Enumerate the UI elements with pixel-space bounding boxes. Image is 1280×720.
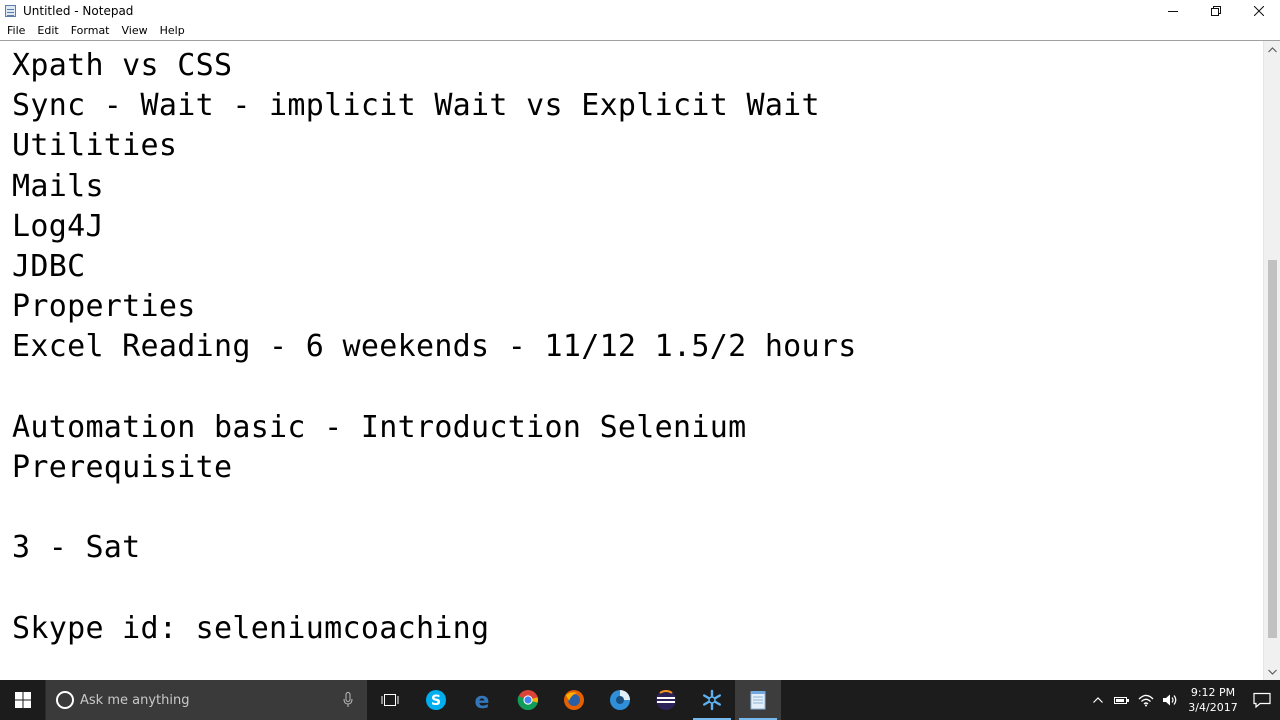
editor-line: Utilities xyxy=(12,128,178,164)
taskbar-eclipse[interactable] xyxy=(643,680,689,720)
taskbar: Ask me anything S e 9:12 PM 3/4/2017 xyxy=(0,680,1280,720)
menu-bar: File Edit Format View Help xyxy=(0,21,1280,40)
notepad-app-icon xyxy=(4,4,18,18)
menu-help[interactable]: Help xyxy=(153,24,190,37)
scroll-up-button[interactable] xyxy=(1264,41,1280,58)
tray-network[interactable] xyxy=(1134,680,1158,720)
speaker-icon xyxy=(1163,694,1177,706)
menu-format[interactable]: Format xyxy=(64,24,115,37)
chevron-up-icon xyxy=(1268,46,1277,52)
menu-edit[interactable]: Edit xyxy=(30,24,63,37)
snowflake-app-icon xyxy=(703,689,721,711)
windows-logo-icon xyxy=(14,692,31,708)
editor-line: Log4J xyxy=(12,208,104,244)
window-title: Untitled - Notepad xyxy=(23,3,134,18)
editor-line: Excel Reading - 6 weekends - 11/12 1.5/2… xyxy=(12,329,857,365)
firefox-icon xyxy=(564,690,584,710)
microphone-icon[interactable] xyxy=(343,692,353,708)
minimize-button[interactable] xyxy=(1151,0,1194,21)
editor-line: Prerequisite xyxy=(12,449,233,485)
vertical-scrollbar[interactable] xyxy=(1263,41,1280,680)
editor-line: Sync - Wait - implicit Wait vs Explicit … xyxy=(12,88,820,124)
scroll-thumb[interactable] xyxy=(1268,260,1277,638)
taskbar-snowflake-app[interactable] xyxy=(689,680,735,720)
edge-icon: e xyxy=(475,689,490,711)
svg-text:e: e xyxy=(475,689,490,711)
cortana-icon xyxy=(56,691,74,709)
wifi-icon xyxy=(1138,694,1154,707)
window-controls xyxy=(1151,0,1280,21)
search-placeholder: Ask me anything xyxy=(80,692,190,708)
clock-time: 9:12 PM xyxy=(1190,686,1236,699)
task-view-button[interactable] xyxy=(367,680,413,720)
text-editor[interactable]: Xpath vs CSS Sync - Wait - implicit Wait… xyxy=(0,42,1262,681)
notepad-icon xyxy=(750,691,766,710)
restore-button[interactable] xyxy=(1194,0,1237,21)
tray-volume[interactable] xyxy=(1158,680,1182,720)
media-icon xyxy=(610,690,630,710)
skype-icon: S xyxy=(426,690,446,710)
editor-line: 3 - Sat xyxy=(12,530,141,566)
restore-icon xyxy=(1210,5,1221,16)
notification-icon xyxy=(1253,692,1271,708)
close-icon xyxy=(1253,5,1264,16)
menu-view[interactable]: View xyxy=(115,24,153,37)
taskbar-media-app[interactable] xyxy=(597,680,643,720)
editor-frame: Xpath vs CSS Sync - Wait - implicit Wait… xyxy=(0,40,1280,680)
editor-line: Automation basic - Introduction Selenium xyxy=(12,409,747,445)
chevron-down-icon xyxy=(1268,669,1277,675)
taskbar-skype[interactable]: S xyxy=(413,680,459,720)
battery-plug-icon xyxy=(1114,697,1129,704)
editor-line: Skype id: seleniumcoaching xyxy=(12,610,490,646)
tray-overflow-button[interactable] xyxy=(1086,680,1110,720)
chrome-icon xyxy=(517,690,539,711)
tray-power[interactable] xyxy=(1110,680,1134,720)
editor-line: Xpath vs CSS xyxy=(12,48,233,83)
scroll-down-button[interactable] xyxy=(1264,663,1280,680)
system-tray: 9:12 PM 3/4/2017 xyxy=(1086,680,1280,720)
svg-text:S: S xyxy=(431,693,441,709)
action-center-button[interactable] xyxy=(1244,680,1280,720)
chevron-up-icon xyxy=(1093,697,1103,703)
editor-line: Mails xyxy=(12,168,104,204)
task-view-icon xyxy=(381,694,399,706)
taskbar-edge[interactable]: e xyxy=(459,680,505,720)
menu-file[interactable]: File xyxy=(0,24,30,37)
minimize-icon xyxy=(1167,10,1178,12)
title-bar: Untitled - Notepad xyxy=(0,0,1280,21)
eclipse-icon xyxy=(656,690,676,710)
editor-line: JDBC xyxy=(12,248,86,284)
close-button[interactable] xyxy=(1237,0,1280,21)
clock-date: 3/4/2017 xyxy=(1188,701,1238,714)
taskbar-firefox[interactable] xyxy=(551,680,597,720)
taskbar-notepad[interactable] xyxy=(735,680,781,720)
taskbar-chrome[interactable] xyxy=(505,680,551,720)
taskbar-clock[interactable]: 9:12 PM 3/4/2017 xyxy=(1182,680,1244,720)
editor-line: Properties xyxy=(12,289,196,325)
start-button[interactable] xyxy=(0,680,45,720)
cortana-search-box[interactable]: Ask me anything xyxy=(45,680,367,720)
